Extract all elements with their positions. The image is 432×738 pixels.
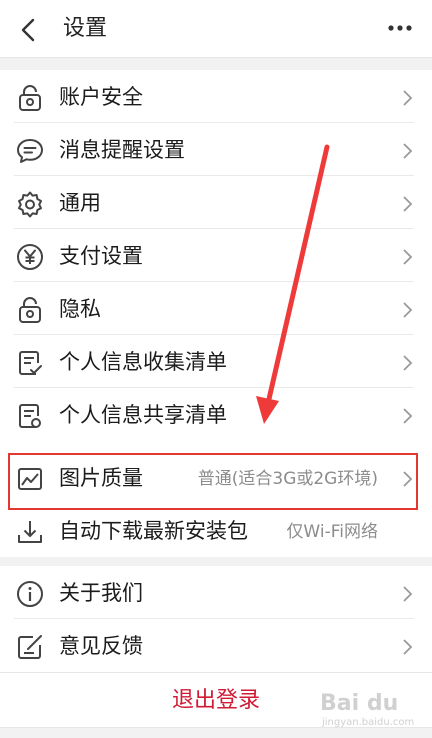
settings-group-about: 关于我们 意见反馈 bbox=[0, 566, 432, 672]
chevron-right-icon bbox=[403, 249, 413, 265]
setting-row-auto-download[interactable]: 自动下载最新安装包 仅Wi-Fi网络 bbox=[0, 504, 432, 557]
setting-label: 账户安全 bbox=[59, 85, 143, 109]
setting-row-image-quality[interactable]: 图片质量 普通(适合3G或2G环境) bbox=[0, 451, 432, 504]
setting-label: 图片质量 bbox=[59, 466, 143, 490]
setting-label: 自动下载最新安装包 bbox=[59, 519, 248, 543]
yen-icon bbox=[17, 244, 43, 270]
logout-button[interactable]: 退出登录 bbox=[0, 672, 432, 728]
setting-row-general[interactable]: 通用 bbox=[0, 176, 432, 229]
settings-group-media: 图片质量 普通(适合3G或2G环境) 自动下载最新安装包 仅Wi-Fi网络 bbox=[0, 445, 432, 557]
setting-label: 个人信息收集清单 bbox=[59, 350, 227, 374]
gear-icon bbox=[18, 191, 42, 218]
chevron-right-icon bbox=[403, 90, 413, 106]
setting-row-payment[interactable]: 支付设置 bbox=[0, 229, 432, 282]
setting-row-notifications[interactable]: 消息提醒设置 bbox=[0, 123, 432, 176]
settings-screen: 设置 账户安全 消息提醒设置 通用 支付设置 隐私 个人信息收集清单 个人信息共… bbox=[0, 0, 432, 738]
more-dots-icon bbox=[388, 25, 412, 31]
setting-label: 隐私 bbox=[59, 297, 101, 321]
chevron-right-icon bbox=[403, 586, 413, 602]
chevron-right-icon bbox=[403, 355, 413, 371]
lock-icon bbox=[19, 85, 41, 111]
chevron-left-icon bbox=[21, 18, 35, 42]
setting-label: 个人信息共享清单 bbox=[59, 403, 227, 427]
navigation-bar: 设置 bbox=[0, 0, 432, 58]
setting-row-about-us[interactable]: 关于我们 bbox=[0, 566, 432, 619]
back-button[interactable] bbox=[12, 12, 46, 46]
lock-icon bbox=[19, 297, 41, 323]
share-list-icon bbox=[19, 404, 41, 428]
chevron-right-icon bbox=[403, 302, 413, 318]
image-icon bbox=[18, 468, 42, 490]
setting-row-personal-info-sharing[interactable]: 个人信息共享清单 bbox=[0, 388, 432, 441]
setting-value: 仅Wi-Fi网络 bbox=[286, 522, 378, 542]
setting-row-account-security[interactable]: 账户安全 bbox=[0, 70, 432, 123]
chevron-right-icon bbox=[403, 639, 413, 655]
setting-value: 普通(适合3G或2G环境) bbox=[197, 469, 378, 489]
page-title: 设置 bbox=[63, 16, 108, 41]
setting-row-privacy[interactable]: 隐私 bbox=[0, 282, 432, 335]
chevron-right-icon bbox=[403, 143, 413, 159]
setting-label: 支付设置 bbox=[59, 244, 143, 268]
info-icon bbox=[17, 581, 43, 607]
setting-label: 关于我们 bbox=[59, 581, 143, 605]
setting-label: 消息提醒设置 bbox=[59, 138, 185, 162]
more-button[interactable] bbox=[380, 14, 420, 42]
setting-row-feedback[interactable]: 意见反馈 bbox=[0, 619, 432, 672]
chevron-right-icon bbox=[403, 471, 413, 487]
checklist-icon bbox=[19, 351, 42, 375]
logout-label: 退出登录 bbox=[171, 688, 260, 713]
message-icon bbox=[17, 139, 43, 163]
settings-group-account: 账户安全 消息提醒设置 通用 支付设置 隐私 个人信息收集清单 个人信息共享清单 bbox=[0, 70, 432, 445]
feedback-icon bbox=[18, 635, 42, 659]
setting-label: 通用 bbox=[59, 191, 101, 215]
setting-label: 意见反馈 bbox=[59, 634, 143, 658]
setting-row-personal-info-collection[interactable]: 个人信息收集清单 bbox=[0, 335, 432, 388]
chevron-right-icon bbox=[403, 196, 413, 212]
download-icon bbox=[18, 521, 42, 543]
chevron-right-icon bbox=[403, 408, 413, 424]
